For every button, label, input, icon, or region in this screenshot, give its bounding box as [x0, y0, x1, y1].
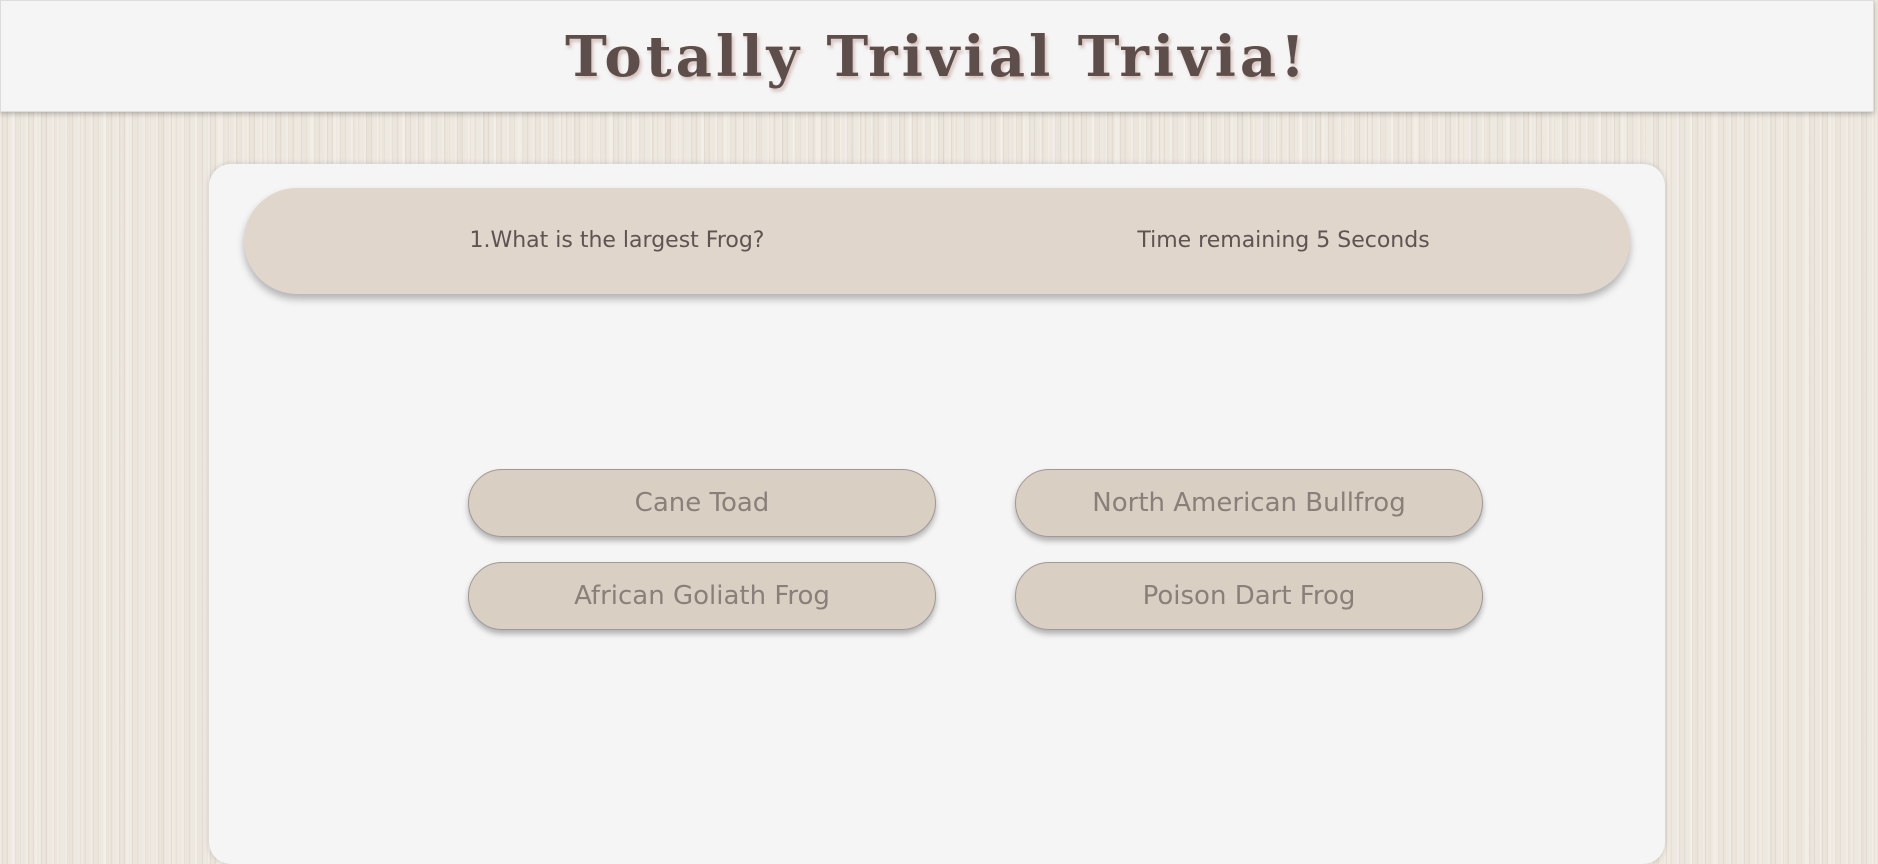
answer-button-north-american-bullfrog[interactable]: North American Bullfrog [1015, 469, 1483, 537]
question-text: 1.What is the largest Frog? [469, 228, 765, 253]
timer-text: Time remaining 5 Seconds [1137, 228, 1430, 253]
question-bar: 1.What is the largest Frog? Time remaini… [244, 188, 1630, 294]
site-title: Totally Trivial Trivia! [565, 24, 1309, 90]
answer-button-poison-dart-frog[interactable]: Poison Dart Frog [1015, 562, 1483, 630]
site-header: Totally Trivial Trivia! [0, 0, 1874, 112]
quiz-card: 1.What is the largest Frog? Time remaini… [209, 164, 1665, 864]
answer-button-african-goliath-frog[interactable]: African Goliath Frog [468, 562, 936, 630]
answer-button-cane-toad[interactable]: Cane Toad [468, 469, 936, 537]
